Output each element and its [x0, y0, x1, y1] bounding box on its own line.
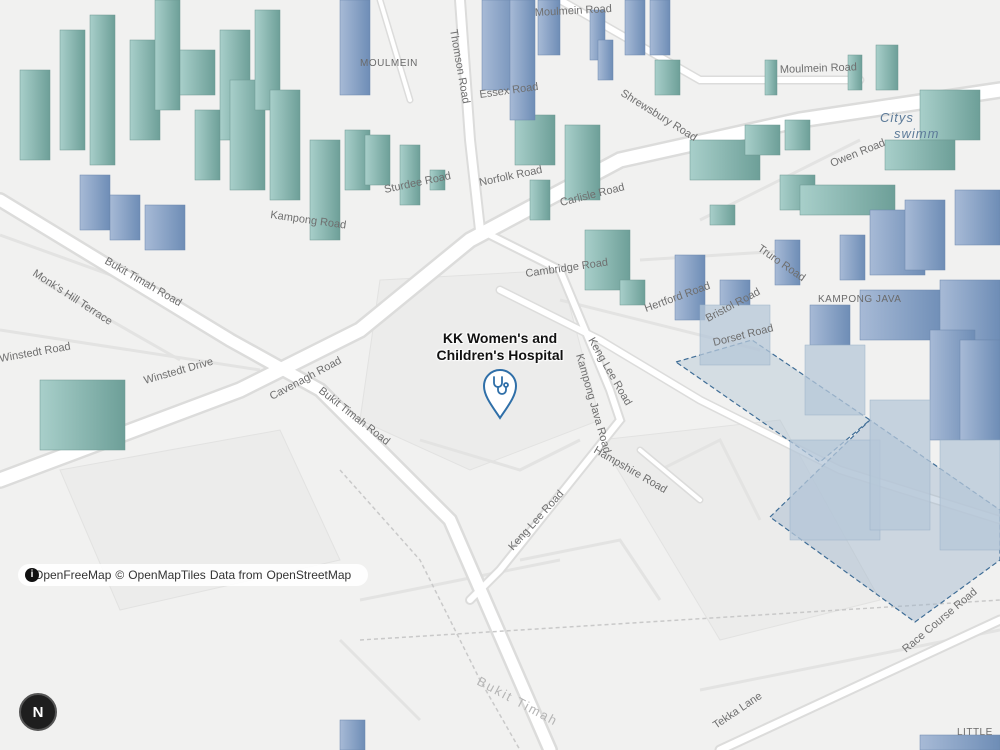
hospital-name-line-2: Children's Hospital [436, 347, 564, 363]
area-label: MOULMEIN [360, 58, 418, 69]
openmaptiles-link[interactable]: OpenMapTiles [128, 564, 206, 586]
hospital-marker[interactable] [482, 368, 518, 420]
copyright-symbol: © [115, 568, 125, 582]
map-attribution: i OpenFreeMap © OpenMapTiles Data from O… [18, 564, 368, 586]
area-label: KAMPONG JAVA [818, 294, 901, 305]
navigation-button[interactable]: N [19, 693, 57, 731]
area-label: LITTLE [957, 727, 993, 738]
water-label: Citys [880, 110, 914, 125]
hospital-label[interactable]: KK Women's and Children's Hospital [400, 330, 600, 364]
hospital-name-line-1: KK Women's and [442, 330, 558, 346]
water-label: swimm [894, 126, 939, 141]
navigation-label: N [32, 703, 44, 721]
openfreemap-link[interactable]: OpenFreeMap [34, 564, 111, 586]
info-icon[interactable]: i [25, 568, 39, 582]
openstreetmap-link[interactable]: OpenStreetMap [267, 564, 352, 586]
data-from-text: Data from [209, 568, 263, 582]
